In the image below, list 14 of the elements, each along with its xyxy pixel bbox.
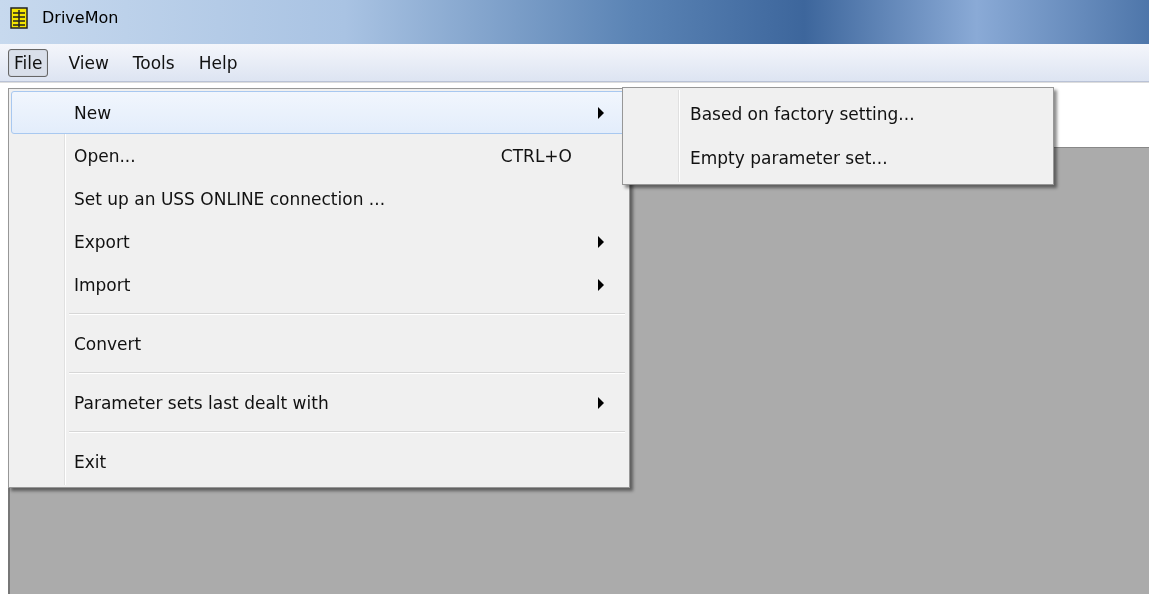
- menu-item[interactable]: Import: [11, 263, 627, 306]
- menu-item[interactable]: Parameter sets last dealt with: [11, 381, 627, 424]
- menu[interactable]: Tools: [126, 48, 181, 77]
- menu-item[interactable]: Exit: [11, 440, 627, 483]
- menu[interactable]: Help: [192, 48, 244, 77]
- menu[interactable]: File: [8, 48, 49, 77]
- menu-item[interactable]: Empty parameter set...: [625, 136, 1051, 180]
- menu-item[interactable]: Based on factory setting...: [625, 92, 1051, 136]
- menu[interactable]: View: [62, 48, 115, 77]
- menu-item[interactable]: Set up an USS ONLINE connection ...: [11, 177, 627, 220]
- menu-item[interactable]: Convert: [11, 322, 627, 365]
- window-title: DriveMon: [42, 7, 119, 29]
- app-icon: [10, 7, 28, 29]
- menu-item[interactable]: Export: [11, 220, 627, 263]
